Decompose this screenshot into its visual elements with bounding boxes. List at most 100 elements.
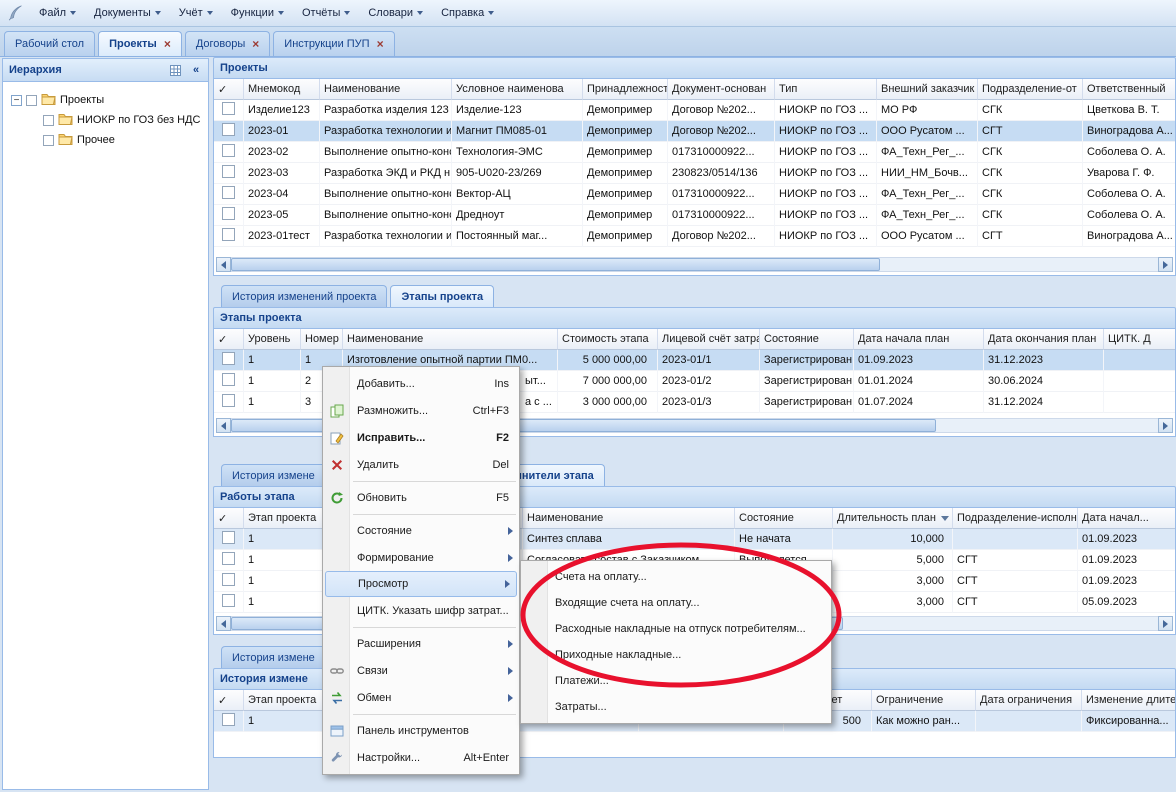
project-row[interactable]: 2023-02 Выполнение опытно-конс... Технол… (214, 142, 1176, 163)
submenu-item-invoices[interactable]: Счета на оплату... (521, 564, 831, 590)
column-header[interactable]: Наименование (343, 329, 558, 350)
column-header[interactable]: Лицевой счёт затрат. (658, 329, 760, 350)
menu-reports[interactable]: Отчёты (293, 0, 359, 26)
menu-item-exchange[interactable]: Обмен (323, 684, 519, 711)
menu-item-formation[interactable]: Формирование (323, 544, 519, 571)
menu-item-extensions[interactable]: Расширения (323, 630, 519, 657)
row-checkbox[interactable] (222, 207, 235, 220)
column-header[interactable]: Дата окончания план (984, 329, 1104, 350)
collapse-sidebar-icon[interactable]: « (188, 62, 204, 78)
menu-item-toolbar-panel[interactable]: Панель инструментов (323, 717, 519, 744)
column-header[interactable]: Изменение длите... (1082, 690, 1176, 711)
scroll-right-button[interactable] (1158, 257, 1173, 272)
project-row[interactable]: 2023-01тест Разработка технологии и... П… (214, 226, 1176, 247)
column-header[interactable]: Наименование (523, 508, 735, 529)
row-checkbox[interactable] (222, 373, 235, 386)
menu-item-links[interactable]: Связи (323, 657, 519, 684)
scroll-left-button[interactable] (216, 257, 231, 272)
column-header[interactable]: Принадлежность (583, 79, 668, 100)
column-header[interactable]: Документ-основан (668, 79, 775, 100)
menu-dictionaries[interactable]: Словари (359, 0, 432, 26)
menu-item-edit[interactable]: Исправить... F2 (323, 424, 519, 451)
projects-horizontal-scrollbar[interactable] (216, 257, 1173, 272)
row-checkbox[interactable] (222, 352, 235, 365)
select-all-header[interactable]: ✓ (214, 508, 244, 529)
tab-work-history[interactable]: История измене (221, 646, 326, 668)
row-checkbox[interactable] (222, 228, 235, 241)
column-header[interactable]: Дата ограничения (976, 690, 1082, 711)
row-checkbox[interactable] (222, 713, 235, 726)
tab-project-history[interactable]: История изменений проекта (221, 285, 387, 307)
menu-item-citk-code[interactable]: ЦИТК. Указать шифр затрат... (323, 597, 519, 624)
column-header[interactable]: Ограничение (872, 690, 976, 711)
submenu-item-incoming-invoices[interactable]: Входящие счета на оплату... (521, 590, 831, 616)
menu-item-state[interactable]: Состояние (323, 517, 519, 544)
menu-item-add[interactable]: Добавить... Ins (323, 370, 519, 397)
column-header[interactable]: Подразделение-исполнитель.. (953, 508, 1078, 529)
row-checkbox[interactable] (222, 594, 235, 607)
scrollbar-thumb[interactable] (231, 258, 880, 271)
row-checkbox[interactable] (222, 394, 235, 407)
project-row[interactable]: Изделие123 Разработка изделия 123 Издели… (214, 100, 1176, 121)
column-header[interactable]: Состояние (760, 329, 854, 350)
column-header[interactable]: Внешний заказчик (877, 79, 978, 100)
collapse-node-icon[interactable]: − (11, 95, 22, 106)
column-header[interactable]: Подразделение-от (978, 79, 1083, 100)
scroll-right-button[interactable] (1158, 616, 1173, 631)
scroll-left-button[interactable] (216, 418, 231, 433)
close-tab-icon[interactable]: × (252, 38, 259, 50)
row-checkbox[interactable] (222, 144, 235, 157)
row-checkbox[interactable] (222, 165, 235, 178)
menu-item-settings[interactable]: Настройки... Alt+Enter (323, 744, 519, 771)
tab-project-stages[interactable]: Этапы проекта (390, 285, 494, 307)
menu-accounting[interactable]: Учёт (170, 0, 222, 26)
menu-item-view[interactable]: Просмотр (325, 571, 517, 597)
menu-functions[interactable]: Функции (222, 0, 293, 26)
scrollbar-track[interactable] (231, 257, 1158, 272)
column-header[interactable]: Условное наименова (452, 79, 583, 100)
tab-pup-instructions[interactable]: Инструкции ПУП× (273, 31, 394, 56)
grid-view-icon[interactable] (167, 62, 183, 78)
column-header[interactable]: Этап проекта (244, 508, 329, 529)
row-checkbox[interactable] (222, 186, 235, 199)
tab-contracts[interactable]: Договоры× (185, 31, 270, 56)
project-row[interactable]: 2023-01 Разработка технологии и... Магни… (214, 121, 1176, 142)
submenu-item-incoming-waybills[interactable]: Приходные накладные... (521, 642, 831, 668)
tab-desktop[interactable]: Рабочий стол (4, 31, 95, 56)
menu-help[interactable]: Справка (432, 0, 503, 26)
tree-node-projects[interactable]: − Проекты (5, 90, 206, 110)
row-checkbox[interactable] (222, 102, 235, 115)
submenu-item-payments[interactable]: Платежи... (521, 668, 831, 694)
menu-documents[interactable]: Документы (85, 0, 170, 26)
column-header[interactable]: Уровень (244, 329, 301, 350)
tree-node-niokr[interactable]: НИОКР по ГОЗ без НДС (5, 110, 206, 130)
submenu-item-costs[interactable]: Затраты... (521, 694, 831, 720)
column-header[interactable]: Дата начал... (1078, 508, 1176, 529)
scroll-left-button[interactable] (216, 616, 231, 631)
column-header[interactable]: Длительность план (833, 508, 953, 529)
tab-stage-history[interactable]: История измене (221, 464, 326, 486)
row-checkbox[interactable] (222, 531, 235, 544)
column-header[interactable]: Этап проекта (244, 690, 329, 711)
project-row[interactable]: 2023-05 Выполнение опытно-конс... Дредно… (214, 205, 1176, 226)
project-row[interactable]: 2023-03 Разработка ЭКД и РКД н... 905-U0… (214, 163, 1176, 184)
row-checkbox[interactable] (222, 573, 235, 586)
column-header[interactable]: Дата начала план (854, 329, 984, 350)
select-all-header[interactable]: ✓ (214, 690, 244, 711)
tab-projects[interactable]: Проекты× (98, 31, 182, 56)
submenu-item-outgoing-waybills[interactable]: Расходные накладные на отпуск потребител… (521, 616, 831, 642)
column-header[interactable]: Стоимость этапа (558, 329, 658, 350)
column-header[interactable]: Мнемокод (244, 79, 320, 100)
menu-item-refresh[interactable]: Обновить F5 (323, 484, 519, 511)
tree-checkbox[interactable] (43, 135, 54, 146)
row-checkbox[interactable] (222, 123, 235, 136)
tree-checkbox[interactable] (26, 95, 37, 106)
scroll-right-button[interactable] (1158, 418, 1173, 433)
tree-node-other[interactable]: Прочее (5, 130, 206, 150)
column-header[interactable]: Ответственный (1083, 79, 1176, 100)
column-header[interactable]: Состояние (735, 508, 833, 529)
column-header[interactable]: Тип (775, 79, 877, 100)
menu-item-duplicate[interactable]: Размножить... Ctrl+F3 (323, 397, 519, 424)
column-header[interactable]: Номер (301, 329, 343, 350)
menu-file[interactable]: Файл (30, 0, 85, 26)
